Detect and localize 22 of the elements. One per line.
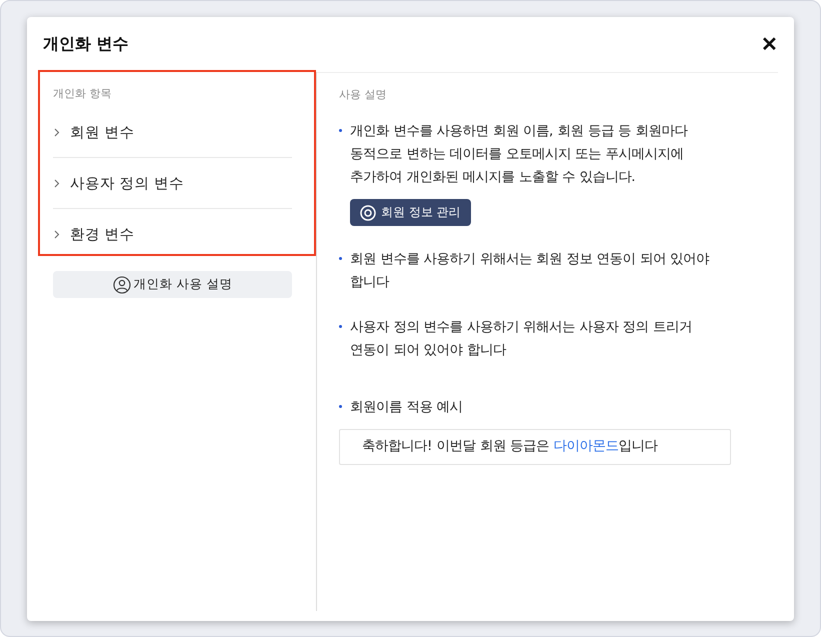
sidebar-item[interactable]: 회원 변수 [53,107,292,158]
bullet-icon [339,325,342,328]
bullet-icon [339,129,342,132]
help-button[interactable]: 개인화 사용 설명 [53,271,292,298]
dialog-title: 개인화 변수 [43,34,129,55]
example-message: 축하합니다! 이번달 회원 등급은 다이아몬드입니다 [339,429,731,465]
bullet-text: 사용자 정의 변수를 사용하기 위해서는 사용자 정의 트리거 연동이 되어 있어야 합니다 [350,319,693,360]
user-icon [112,276,131,294]
bullet-text: 회원 변수를 사용하기 위해서는 회원 정보 연동이 되어 있어야 합니다 [350,251,710,292]
close-button[interactable]: ✕ [761,32,778,57]
chevron-icon [53,230,60,238]
bullet-icon [339,257,342,260]
bullet-icon [339,405,342,408]
section-heading: 개인화 항목 [53,86,112,101]
sidebar-item[interactable]: 환경 변수 [53,209,292,259]
chevron-icon [53,128,60,136]
member-info-button[interactable]: 회원 정보 관리 [350,199,471,226]
bullet-text: 회원이름 적용 예시 [350,399,464,417]
section-heading: 사용 설명 [339,87,388,102]
bullet-text: 개인화 변수를 사용하면 회원 이름, 회원 등급 등 회원마다 동적으로 변하는 데이터를 오토메시지 또는 푸시메시지에 추가하여 개인화된 메시지를 노출할 수 있습니다. [350,123,689,187]
chevron-icon [53,178,60,188]
sidebar-item[interactable]: 사용자 정의 변수 [53,158,292,209]
